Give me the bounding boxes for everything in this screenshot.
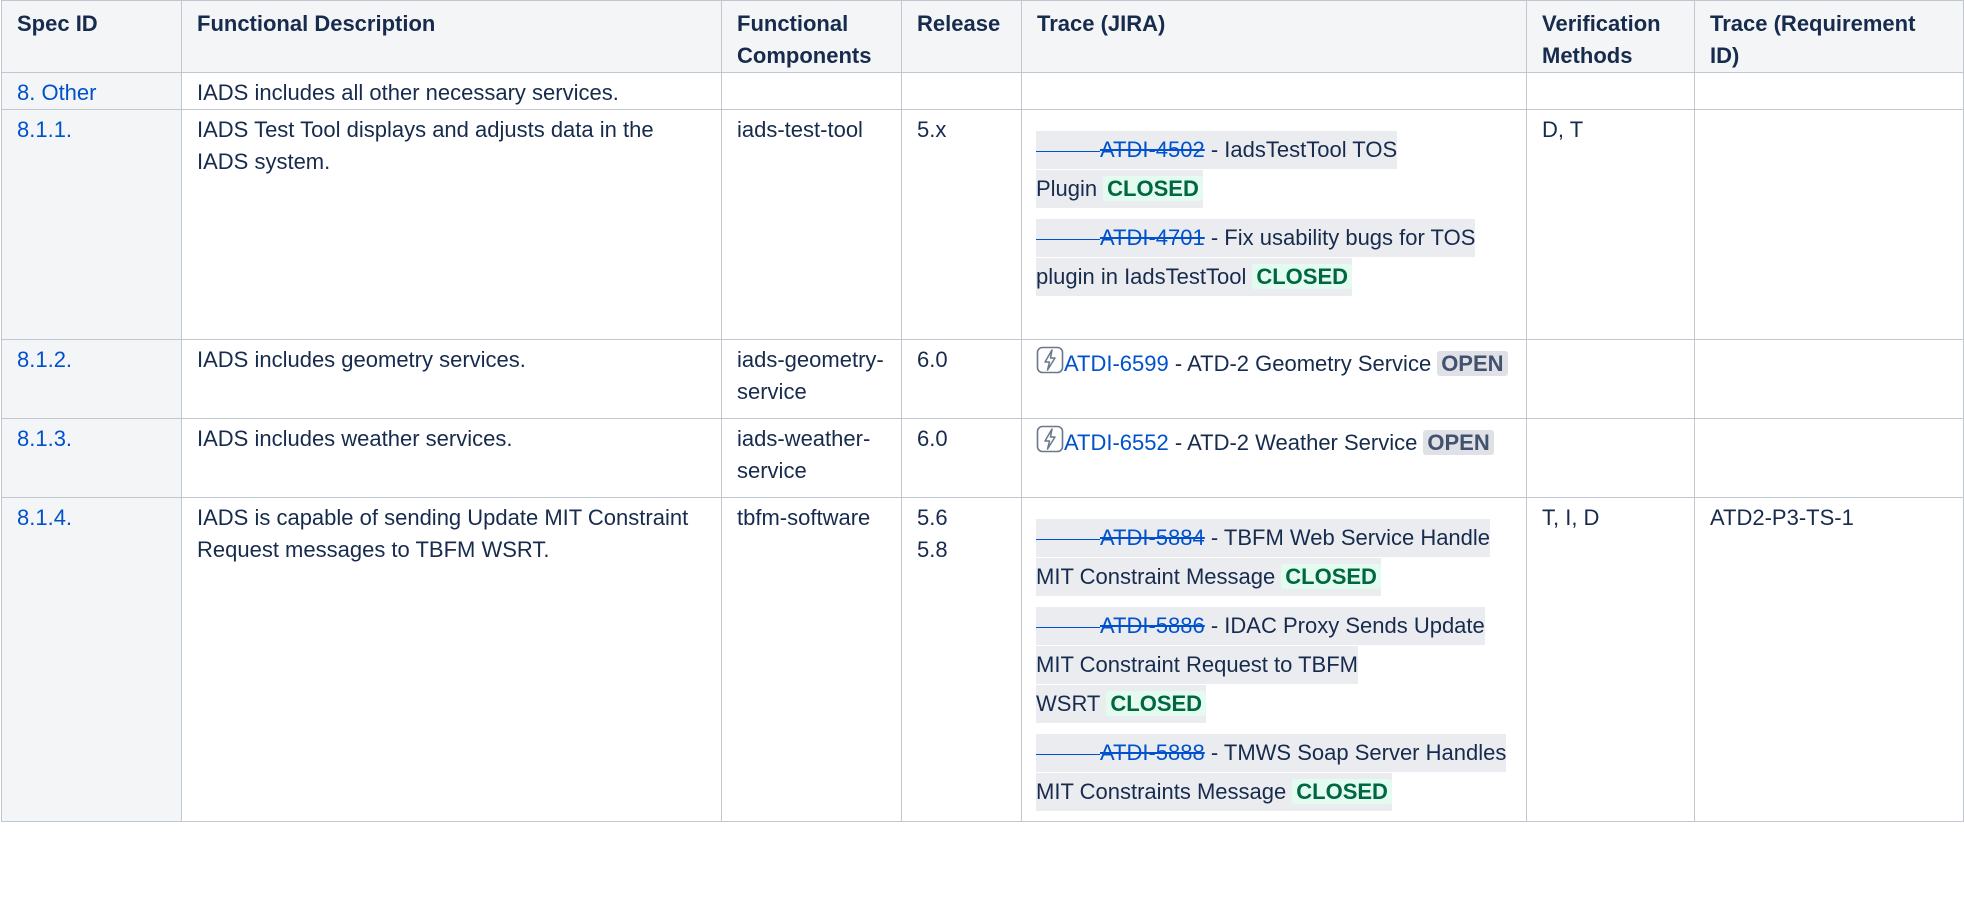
- jira-issue-key-link[interactable]: ATDI-5884: [1036, 525, 1205, 550]
- status-badge: CLOSED: [1292, 779, 1392, 804]
- spec-id-link[interactable]: 8. Other: [17, 80, 96, 105]
- trace-requirement-id-cell: [1694, 339, 1964, 419]
- status-badge: CLOSED: [1106, 691, 1207, 716]
- jira-issue: ATDI-6552 - ATD-2 Weather Service OPEN: [1036, 423, 1514, 459]
- trace-requirement-id-cell: [1694, 418, 1964, 498]
- functional-description-cell: IADS Test Tool displays and adjusts data…: [181, 109, 722, 340]
- jira-issue: ATDI-5886 - IDAC Proxy Sends Update MIT …: [1036, 606, 1514, 723]
- status-badge: CLOSED: [1103, 176, 1203, 201]
- header-release: Release: [901, 0, 1022, 73]
- requirements-table: Spec ID Functional Description Functiona…: [1, 0, 1964, 822]
- functional-description-cell: IADS includes all other necessary servic…: [181, 72, 722, 110]
- jira-issue-key-link[interactable]: ATDI-6599: [1064, 351, 1169, 376]
- jira-issue-key-link[interactable]: ATDI-6552: [1064, 430, 1169, 455]
- spec-id-link[interactable]: 8.1.2.: [17, 347, 72, 372]
- spec-id-cell: 8.1.2.: [1, 339, 182, 419]
- trace-requirement-id-cell: [1694, 109, 1964, 340]
- spec-id-cell: 8.1.4.: [1, 497, 182, 822]
- jira-issue-summary: - ATD-2 Weather Service: [1168, 430, 1418, 455]
- status-badge: CLOSED: [1281, 564, 1381, 589]
- table-row: 8. Other IADS includes all other necessar…: [1, 72, 1964, 110]
- epic-bolt-icon: [1036, 425, 1064, 453]
- release-cell: 5.6 5.8: [901, 497, 1022, 822]
- jira-issue-key-link[interactable]: ATDI-5886: [1036, 613, 1205, 638]
- release-cell: 6.0: [901, 418, 1022, 498]
- functional-components-cell: [721, 72, 902, 110]
- jira-issue-key-link[interactable]: ATDI-4502: [1036, 137, 1205, 162]
- functional-components-cell: iads-geometry-service: [721, 339, 902, 419]
- release-cell: 5.x: [901, 109, 1022, 340]
- header-verification-methods: Verification Methods: [1526, 0, 1695, 73]
- table-row: 8.1.1. IADS Test Tool displays and adjust…: [1, 109, 1964, 340]
- trace-jira-cell: ATDI-6552 - ATD-2 Weather Service OPEN: [1021, 418, 1527, 498]
- status-badge: OPEN: [1423, 430, 1494, 455]
- spec-id-link[interactable]: 8.1.4.: [17, 505, 72, 530]
- header-trace-jira: Trace (JIRA): [1021, 0, 1527, 73]
- release-cell: [901, 72, 1022, 110]
- jira-issue-key-link[interactable]: ATDI-4701: [1036, 225, 1205, 250]
- jira-issue-key-link[interactable]: ATDI-5888: [1036, 740, 1205, 765]
- spec-id-link[interactable]: 8.1.3.: [17, 426, 72, 451]
- status-badge: OPEN: [1437, 351, 1508, 376]
- jira-issue: ATDI-4502 - IadsTestTool TOS Plugin CLOSE…: [1036, 130, 1514, 208]
- spec-id-cell: 8.1.1.: [1, 109, 182, 340]
- trace-jira-cell: ATDI-4502 - IadsTestTool TOS Plugin CLOSE…: [1021, 109, 1527, 340]
- table-header-row: Spec ID Functional Description Functiona…: [1, 0, 1964, 73]
- header-functional-components: Functional Components: [721, 0, 902, 73]
- verification-methods-cell: D, T: [1526, 109, 1695, 340]
- functional-components-cell: iads-test-tool: [721, 109, 902, 340]
- trace-jira-cell: [1021, 72, 1527, 110]
- table-row: 8.1.3. IADS includes weather services. iad…: [1, 418, 1964, 498]
- functional-components-cell: tbfm-software: [721, 497, 902, 822]
- jira-issue: ATDI-5888 - TMWS Soap Server Handles MIT…: [1036, 733, 1514, 811]
- epic-bolt-icon: [1036, 346, 1064, 374]
- header-spec-id: Spec ID: [1, 0, 182, 73]
- trace-requirement-id-cell: [1694, 72, 1964, 110]
- spec-id-cell: 8. Other: [1, 72, 182, 110]
- header-functional-description: Functional Description: [181, 0, 722, 73]
- table-row: 8.1.2. IADS includes geometry services. ia…: [1, 339, 1964, 419]
- functional-description-cell: IADS includes geometry services.: [181, 339, 722, 419]
- verification-methods-cell: [1526, 339, 1695, 419]
- spec-id-cell: 8.1.3.: [1, 418, 182, 498]
- header-trace-requirement-id: Trace (Requirement ID): [1694, 0, 1964, 73]
- verification-methods-cell: [1526, 418, 1695, 498]
- jira-issue: ATDI-4701 - Fix usability bugs for TOS p…: [1036, 218, 1514, 296]
- spec-id-link[interactable]: 8.1.1.: [17, 117, 72, 142]
- functional-description-cell: IADS is capable of sending Update MIT Co…: [181, 497, 722, 822]
- functional-description-cell: IADS includes weather services.: [181, 418, 722, 498]
- trace-jira-cell: ATDI-6599 - ATD-2 Geometry Service OPEN: [1021, 339, 1527, 419]
- functional-components-cell: iads-weather-service: [721, 418, 902, 498]
- trace-requirement-id-cell: ATD2-P3-TS-1: [1694, 497, 1964, 822]
- verification-methods-cell: T, I, D: [1526, 497, 1695, 822]
- trace-jira-cell: ATDI-5884 - TBFM Web Service Handle MIT …: [1021, 497, 1527, 822]
- jira-issue: ATDI-5884 - TBFM Web Service Handle MIT …: [1036, 518, 1514, 596]
- table-row: 8.1.4. IADS is capable of sending Update …: [1, 497, 1964, 822]
- jira-issue: ATDI-6599 - ATD-2 Geometry Service OPEN: [1036, 344, 1514, 380]
- status-badge: CLOSED: [1252, 264, 1353, 289]
- release-cell: 6.0: [901, 339, 1022, 419]
- verification-methods-cell: [1526, 72, 1695, 110]
- jira-issue-summary: - ATD-2 Geometry Service: [1168, 351, 1432, 376]
